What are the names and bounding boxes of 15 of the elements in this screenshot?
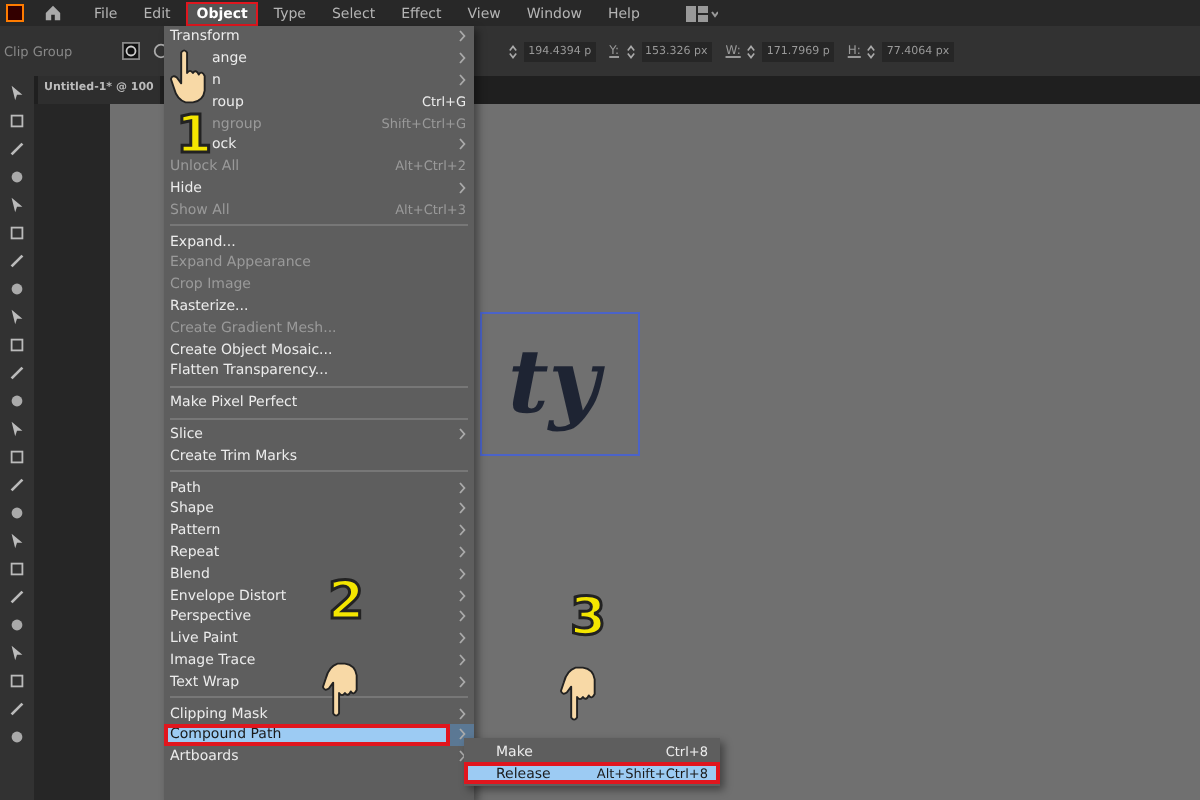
step-number: 1 (176, 110, 213, 162)
home-icon[interactable] (44, 4, 62, 22)
target-icon[interactable] (122, 42, 141, 60)
app-logo-icon (6, 4, 24, 22)
artwork-text: ty (508, 331, 612, 437)
pointing-hand-icon (168, 46, 212, 106)
stepper-icon[interactable] (866, 43, 877, 59)
stepper-icon[interactable] (625, 43, 636, 59)
pointing-hand-icon (320, 660, 364, 720)
pointing-hand-icon (558, 664, 602, 724)
stepper-icon[interactable] (508, 43, 519, 59)
step-number: 2 (328, 576, 365, 628)
workspace-icon[interactable] (685, 5, 718, 21)
step-number: 3 (570, 592, 607, 644)
stepper-icon[interactable] (746, 43, 757, 59)
